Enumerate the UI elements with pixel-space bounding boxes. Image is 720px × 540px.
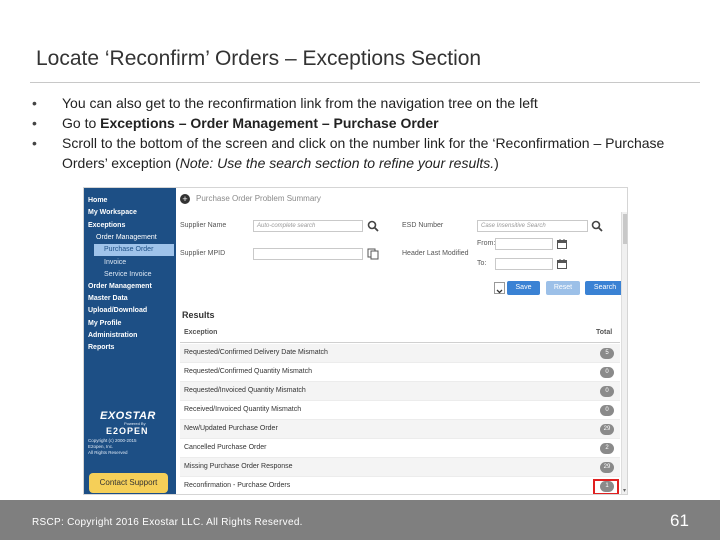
to-calendar-icon[interactable]	[557, 259, 567, 269]
bullet-item: • Go to Exceptions – Order Management – …	[32, 113, 682, 133]
save-button[interactable]: Save	[507, 281, 540, 295]
table-row[interactable]: Requested/Confirmed Quantity Mismatch 0	[180, 363, 620, 382]
nav-item-master-data[interactable]: Master Data	[88, 295, 128, 302]
exception-name: Reconfirmation - Purchase Orders	[184, 482, 291, 489]
title-divider	[30, 82, 700, 83]
nav-item-order-management[interactable]: Order Management	[88, 283, 152, 290]
bullet-text: You can also get to the reconfirmation l…	[62, 95, 538, 111]
nav-item-service-invoice[interactable]: Service Invoice	[104, 271, 151, 278]
saved-search-dropdown[interactable]	[494, 282, 505, 294]
footer-copyright: RSCP: Copyright 2016 Exostar LLC. All Ri…	[32, 517, 303, 528]
esd-number-search-icon[interactable]	[591, 220, 603, 232]
slide-title: Locate ‘Reconfirm’ Orders – Exceptions S…	[36, 47, 482, 70]
exception-column-header: Exception	[184, 329, 218, 336]
nav-item-exceptions-order-management[interactable]: Order Management	[96, 234, 157, 241]
nav-item-upload-download[interactable]: Upload/Download	[88, 307, 147, 314]
chevron-down-icon	[496, 289, 503, 294]
from-date-label: From:	[477, 240, 496, 247]
nav-item-home[interactable]: Home	[88, 197, 107, 204]
app-screenshot: Home My Workspace Exceptions Order Manag…	[83, 187, 628, 495]
results-title: Results	[182, 310, 215, 320]
bullet-marker: •	[32, 135, 37, 151]
exception-name: Requested/Invoiced Quantity Mismatch	[184, 387, 306, 394]
total-count-link[interactable]: 0	[600, 367, 614, 378]
from-date-input[interactable]	[495, 238, 553, 250]
table-row[interactable]: Requested/Confirmed Delivery Date Mismat…	[180, 344, 620, 363]
bullet-bold-path: Exceptions – Order Management – Purchase…	[100, 115, 439, 131]
nav-item-exceptions[interactable]: Exceptions	[88, 222, 125, 229]
exception-name: New/Updated Purchase Order	[184, 425, 278, 432]
reset-button[interactable]: Reset	[546, 281, 580, 295]
results-scrollbar[interactable]	[621, 212, 627, 494]
nav-item-reports[interactable]: Reports	[88, 344, 114, 351]
copy-icon[interactable]	[367, 248, 379, 260]
exception-name: Cancelled Purchase Order	[184, 444, 267, 451]
nav-copyright-line: Copyright (c) 2000-2015	[88, 438, 137, 443]
table-row[interactable]: Missing Purchase Order Response 29	[180, 458, 620, 477]
bullet-text-end: )	[494, 155, 499, 171]
bullet-marker: •	[32, 95, 37, 111]
exception-name: Missing Purchase Order Response	[184, 463, 293, 470]
table-row[interactable]: New/Updated Purchase Order 29	[180, 420, 620, 439]
from-calendar-icon[interactable]	[557, 239, 567, 249]
filter-section-title: Purchase Order Problem Summary	[196, 194, 321, 203]
total-count-link[interactable]: 2	[600, 443, 614, 454]
search-button[interactable]: Search	[585, 281, 625, 295]
bullet-list: • You can also get to the reconfirmation…	[32, 93, 682, 173]
bullet-item: • Scroll to the bottom of the screen and…	[32, 133, 682, 173]
expand-plus-icon[interactable]: +	[180, 194, 190, 204]
total-count-link[interactable]: 29	[600, 424, 614, 435]
nav-item-my-profile[interactable]: My Profile	[88, 320, 121, 327]
contact-support-button[interactable]: Contact Support	[89, 473, 168, 493]
total-count-link[interactable]: 5	[600, 348, 614, 359]
table-row[interactable]: Received/Invoiced Quantity Mismatch 0	[180, 401, 620, 420]
total-count-link[interactable]: 0	[600, 386, 614, 397]
bullet-note: Note: Use the search section to refine y…	[179, 155, 495, 171]
supplier-name-input[interactable]: Auto-complete search	[253, 220, 363, 232]
scroll-down-arrow-icon[interactable]: ▾	[621, 487, 627, 494]
table-row[interactable]: Cancelled Purchase Order 2	[180, 439, 620, 458]
exception-name: Received/Invoiced Quantity Mismatch	[184, 406, 302, 413]
bullet-item: • You can also get to the reconfirmation…	[32, 93, 682, 113]
supplier-name-search-icon[interactable]	[367, 220, 379, 232]
total-column-header: Total	[596, 329, 613, 336]
exception-name: Requested/Confirmed Quantity Mismatch	[184, 368, 312, 375]
exception-name: Requested/Confirmed Delivery Date Mismat…	[184, 349, 328, 356]
table-row[interactable]: Requested/Invoiced Quantity Mismatch 0	[180, 382, 620, 401]
total-count-link[interactable]: 29	[600, 462, 614, 473]
bullet-text: Go to	[62, 115, 101, 131]
nav-item-administration[interactable]: Administration	[88, 332, 137, 339]
table-header-divider	[180, 342, 620, 343]
scrollbar-thumb[interactable]	[623, 214, 627, 244]
esd-number-input[interactable]: Case Insensitive Search	[477, 220, 588, 232]
navigation-tree: Home My Workspace Exceptions Order Manag…	[84, 188, 176, 494]
to-date-input[interactable]	[495, 258, 553, 270]
supplier-mpid-input[interactable]	[253, 248, 363, 260]
main-panel: + Purchase Order Problem Summary Supplie…	[176, 188, 627, 494]
header-last-modified-label: Header Last Modified	[402, 250, 469, 257]
nav-item-purchase-order[interactable]: Purchase Order	[94, 244, 174, 256]
nav-item-my-workspace[interactable]: My Workspace	[88, 209, 137, 216]
bullet-marker: •	[32, 115, 37, 131]
page-number: 61	[670, 511, 689, 530]
e2open-logo: E2OPEN	[106, 426, 149, 436]
supplier-mpid-label: Supplier MPID	[180, 250, 226, 257]
to-date-label: To:	[477, 260, 487, 267]
highlight-box	[593, 479, 619, 494]
nav-item-invoice[interactable]: Invoice	[104, 259, 126, 266]
table-row-reconfirmation[interactable]: Reconfirmation - Purchase Orders 1	[180, 477, 620, 494]
supplier-name-label: Supplier Name	[180, 222, 227, 229]
nav-copyright-line: All Rights Reserved	[88, 450, 128, 455]
total-count-link[interactable]: 0	[600, 405, 614, 416]
esd-number-label: ESD Number	[402, 222, 444, 229]
nav-copyright-line: E2open, Inc.	[88, 444, 114, 449]
